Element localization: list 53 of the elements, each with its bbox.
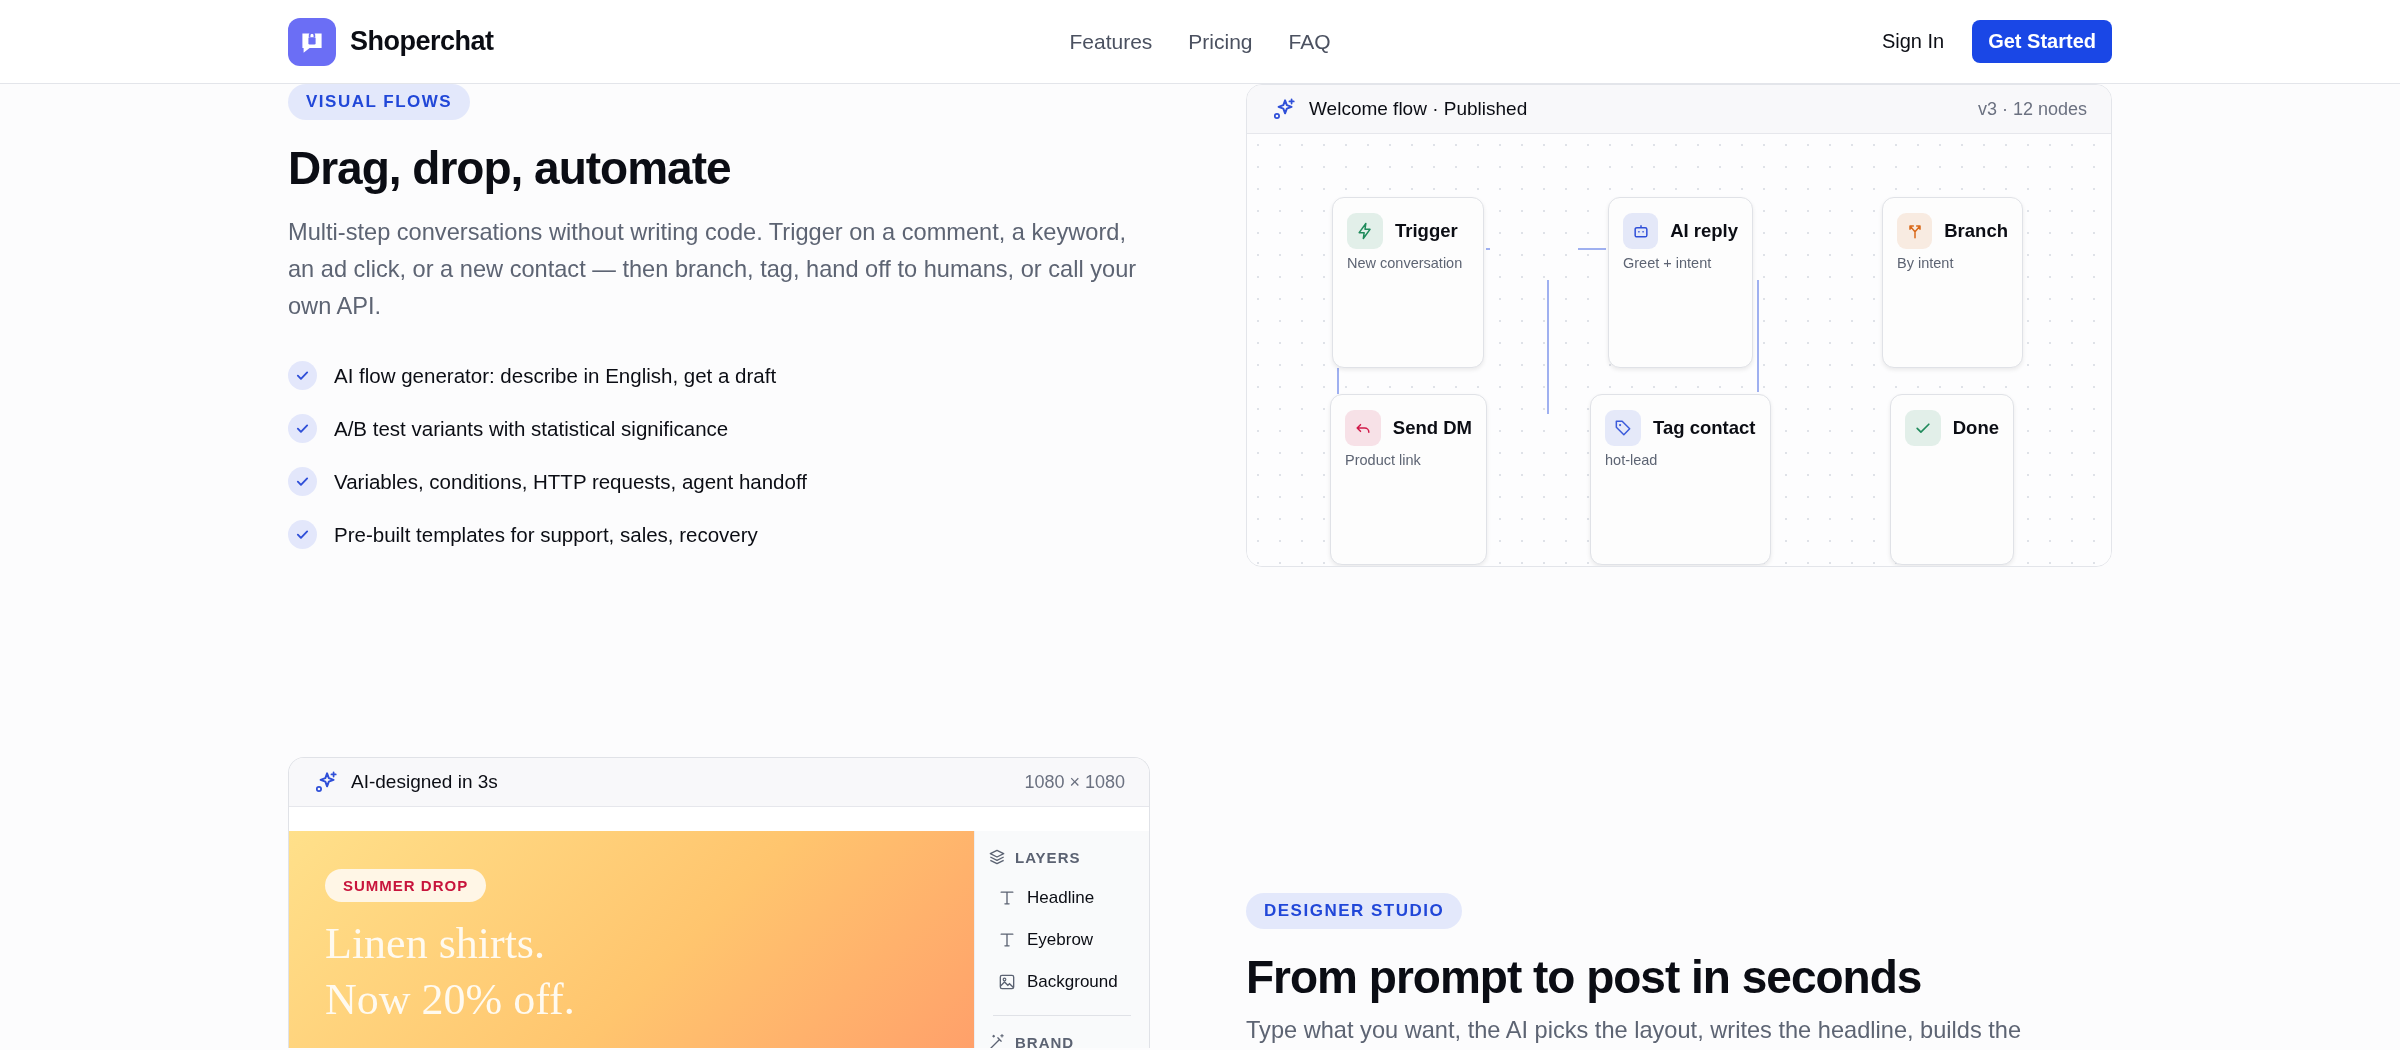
flow-node[interactable]: Trigger New conversation (1332, 197, 1484, 368)
nav-link[interactable]: Pricing (1188, 29, 1253, 54)
check-icon (288, 361, 317, 390)
nav-link[interactable]: FAQ (1288, 29, 1331, 54)
layer-item[interactable]: Headline (987, 877, 1137, 919)
card-meta: v3 · 12 nodes (1977, 98, 2087, 120)
get-started-button[interactable]: Get Started (1972, 20, 2112, 63)
flow-node[interactable]: Tag contact hot-lead (1590, 394, 1771, 565)
section-title: From prompt to post in seconds (1246, 950, 1923, 1005)
section-description: Multi-step conversations without writing code. Trigger on a comment, a keyword, an ad click, or a new contact — then branch, tag, hand off to humans, or call your own API. (288, 218, 1138, 321)
feature-text: AI flow generator: describe in English, get a draft (334, 363, 777, 388)
check-icon (288, 467, 317, 496)
node-subtitle: hot-lead (1605, 452, 1659, 468)
node-title: Send DM (1392, 417, 1472, 439)
node-title: Tag contact (1653, 417, 1756, 439)
logo-icon (288, 17, 336, 66)
flow-node[interactable]: Done (1890, 394, 2014, 565)
card-title: Welcome flow · Published (1309, 98, 1528, 120)
node-title: Trigger (1395, 220, 1458, 242)
flow-node[interactable]: AI reply Greet + intent (1608, 197, 1753, 368)
check-icon (288, 414, 317, 443)
node-title: Done (1952, 417, 1999, 439)
design-headline: Linen shirts. Now 20% off. (325, 918, 576, 1026)
check-icon (288, 520, 317, 549)
section-badge: DESIGNER STUDIO (1246, 893, 1463, 929)
node-title: AI reply (1670, 220, 1738, 242)
panel-heading: LAYERS (1015, 848, 1081, 866)
feature-text: A/B test variants with statistical significance (334, 416, 729, 441)
node-subtitle: New conversation (1347, 255, 1464, 271)
canvas-size: 1080 × 1080 (1024, 771, 1125, 793)
eyebrow-pill: SUMMER DROP (325, 869, 487, 902)
panel-heading: BRAND (1015, 1033, 1075, 1048)
image-icon (997, 972, 1017, 992)
node-subtitle: Greet + intent (1623, 255, 1713, 271)
brand-name[interactable]: Shoperchat (350, 26, 494, 57)
node-title: Branch (1944, 220, 2008, 242)
node-subtitle: Product link (1345, 452, 1422, 468)
feature-text: Variables, conditions, HTTP requests, agent handoff (334, 469, 807, 494)
layers-icon (987, 847, 1007, 867)
card-title: AI-designed in 3s (351, 771, 498, 793)
layer-item[interactable]: Background (987, 961, 1137, 1003)
sparkle-icon (1271, 96, 1297, 122)
sparkle-icon (313, 769, 339, 795)
nav-link[interactable]: Features (1069, 29, 1153, 54)
flow-node[interactable]: Send DM Product link (1330, 394, 1487, 565)
section-description: Type what you want, the AI picks the layout, writes the headline, builds the (1246, 1016, 2023, 1045)
node-subtitle: By intent (1897, 255, 1955, 271)
section-badge: VISUAL FLOWS (288, 84, 471, 120)
sign-in-link[interactable]: Sign In (1881, 30, 1945, 53)
flow-node[interactable]: Branch By intent (1882, 197, 2023, 368)
feature-text: Pre-built templates for support, sales, recovery (334, 522, 758, 547)
layer-item[interactable]: Eyebrow (987, 919, 1137, 961)
section-title: Drag, drop, automate (288, 141, 732, 196)
